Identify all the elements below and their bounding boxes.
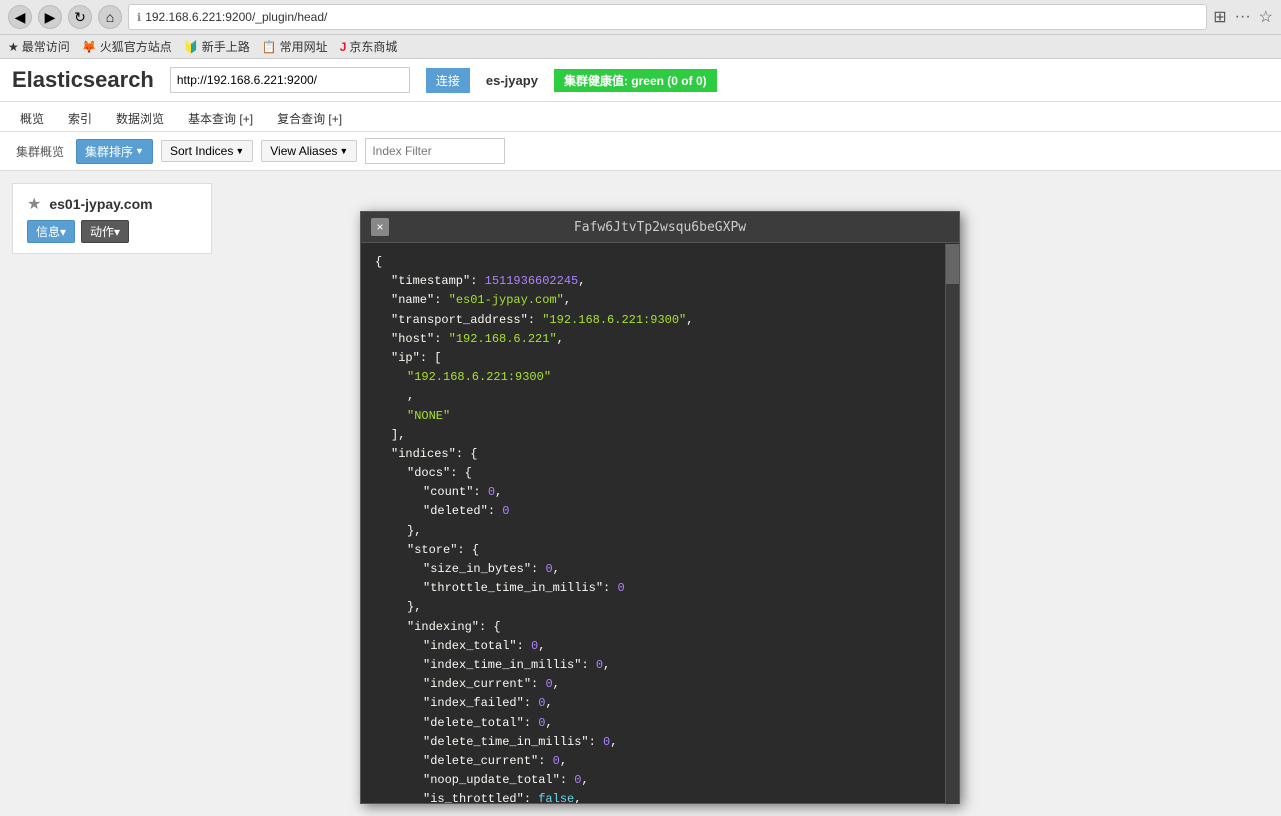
tab-data-browse[interactable]: 数据浏览	[108, 106, 172, 131]
modal-scrollbar[interactable]	[945, 244, 959, 804]
sort-indices-button[interactable]: Sort Indices ▼	[161, 140, 253, 162]
json-modal: × Fafw6JtvTp2wsqu6beGXPw { "timestamp": …	[360, 211, 960, 804]
node-action-button[interactable]: 动作▾	[81, 220, 129, 243]
bookmarks-bar: ★ 最常访问 🦊 火狐官方站点 🔰 新手上路 📋 常用网址 J 京东商城	[0, 35, 1281, 59]
bookmark-label: 最常访问	[22, 38, 70, 55]
connect-button[interactable]: 连接	[426, 68, 470, 93]
app-title: Elasticsearch	[12, 67, 154, 93]
node-info-button[interactable]: 信息▾	[27, 220, 75, 243]
home-button[interactable]: ⌂	[98, 5, 122, 29]
main-content: ★ es01-jypay.com 信息▾ 动作▾ × Fafw6JtvTp2ws…	[0, 171, 1281, 807]
toolbar: 集群概览 集群排序 ▼ Sort Indices ▼ View Aliases …	[0, 132, 1281, 171]
index-filter-input[interactable]	[365, 138, 505, 164]
modal-header: × Fafw6JtvTp2wsqu6beGXPw	[361, 212, 959, 243]
cluster-overview-link[interactable]: 集群概览	[12, 141, 68, 162]
node-card: ★ es01-jypay.com 信息▾ 动作▾	[12, 183, 212, 254]
modal-title: Fafw6JtvTp2wsqu6beGXPw	[574, 220, 746, 235]
refresh-button[interactable]: ↻	[68, 5, 92, 29]
bookmark-label: 常用网址	[280, 38, 328, 55]
apps-icon[interactable]: ⊞	[1213, 7, 1226, 27]
sort-indices-label: Sort Indices	[170, 144, 233, 158]
bookmark-newuser[interactable]: 🔰 新手上路	[184, 38, 250, 55]
browser-actions: ⊞ ··· ☆	[1213, 7, 1273, 27]
bookmark-jd[interactable]: J 京东商城	[340, 38, 398, 55]
tab-overview[interactable]: 概览	[12, 106, 52, 131]
bookmark-label: 新手上路	[202, 38, 250, 55]
jd-icon: J	[340, 40, 347, 54]
browser-toolbar: ◀ ▶ ↻ ⌂ ℹ 192.168.6.221:9200/_plugin/hea…	[0, 0, 1281, 35]
cluster-name: es-jyapy	[486, 73, 538, 88]
modal-close-button[interactable]: ×	[371, 218, 389, 236]
newuser-icon: 🔰	[184, 40, 199, 54]
node-star-icon[interactable]: ★	[27, 194, 41, 214]
forward-button[interactable]: ▶	[38, 5, 62, 29]
info-label: 信息▾	[36, 223, 66, 240]
view-aliases-button[interactable]: View Aliases ▼	[261, 140, 357, 162]
action-label: 动作▾	[90, 223, 120, 240]
modal-body[interactable]: { "timestamp": 1511936602245, "name": "e…	[361, 243, 959, 803]
sort-indices-caret: ▼	[235, 146, 244, 156]
cluster-sort-button[interactable]: 集群排序 ▼	[76, 139, 153, 164]
cluster-sort-label: 集群排序	[85, 143, 133, 160]
cluster-sort-caret: ▼	[135, 146, 144, 156]
tab-complex-query[interactable]: 复合查询 [+]	[269, 106, 350, 131]
es-url-input[interactable]	[170, 67, 410, 93]
frequent-icon: ★	[8, 40, 19, 54]
firefox-icon: 🦊	[82, 40, 97, 54]
node-name: es01-jypay.com	[49, 196, 152, 212]
cluster-health-badge: 集群健康值: green (0 of 0)	[554, 69, 717, 92]
bookmark-firefox[interactable]: 🦊 火狐官方站点	[82, 38, 172, 55]
back-button[interactable]: ◀	[8, 5, 32, 29]
common-icon: 📋	[262, 40, 277, 54]
view-aliases-caret: ▼	[339, 146, 348, 156]
bookmark-label: 火狐官方站点	[100, 38, 172, 55]
more-icon[interactable]: ···	[1235, 8, 1251, 26]
bookmark-frequent[interactable]: ★ 最常访问	[8, 38, 70, 55]
bookmark-common[interactable]: 📋 常用网址	[262, 38, 328, 55]
tab-index[interactable]: 索引	[60, 106, 100, 131]
close-icon: ×	[376, 220, 383, 234]
star-bookmark-icon[interactable]: ☆	[1259, 7, 1273, 27]
tab-basic-query[interactable]: 基本查询 [+]	[180, 106, 261, 131]
view-aliases-label: View Aliases	[270, 144, 337, 158]
app-header: Elasticsearch 连接 es-jyapy 集群健康值: green (…	[0, 59, 1281, 102]
scrollbar-thumb	[946, 244, 959, 284]
bookmark-label: 京东商城	[349, 38, 397, 55]
address-bar[interactable]: ℹ 192.168.6.221:9200/_plugin/head/	[128, 4, 1207, 30]
address-text: 192.168.6.221:9200/_plugin/head/	[145, 10, 1198, 24]
nav-tabs: 概览 索引 数据浏览 基本查询 [+] 复合查询 [+]	[0, 102, 1281, 132]
